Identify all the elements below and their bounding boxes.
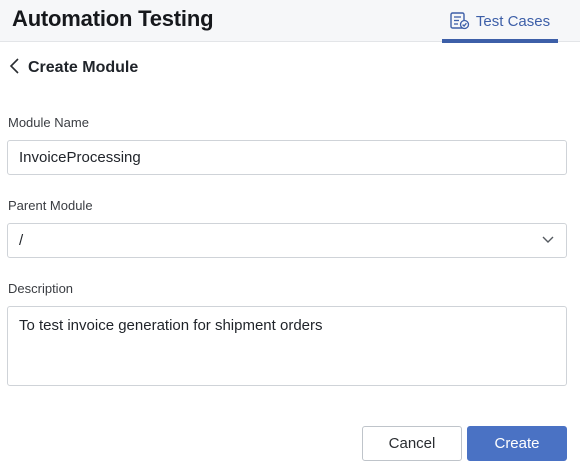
- module-name-input[interactable]: InvoiceProcessing: [7, 140, 567, 175]
- parent-module-label: Parent Module: [8, 198, 93, 213]
- tab-test-cases[interactable]: Test Cases: [442, 0, 558, 43]
- module-name-label: Module Name: [8, 115, 89, 130]
- chevron-down-icon: [541, 232, 555, 249]
- description-textarea[interactable]: To test invoice generation for shipment …: [7, 306, 567, 386]
- chevron-left-icon: [8, 57, 22, 80]
- tab-test-cases-label: Test Cases: [475, 12, 551, 30]
- app-title: Automation Testing: [12, 6, 214, 31]
- back-button[interactable]: Create Module: [8, 57, 138, 79]
- page-title: Create Module: [28, 59, 139, 76]
- description-label: Description: [8, 281, 74, 296]
- cancel-button[interactable]: Cancel: [362, 426, 462, 461]
- parent-module-value: /: [19, 232, 24, 249]
- module-name-value: InvoiceProcessing: [19, 149, 141, 166]
- test-cases-icon: [450, 12, 470, 30]
- create-button[interactable]: Create: [467, 426, 567, 461]
- description-value: To test invoice generation for shipment …: [19, 317, 323, 334]
- top-bar: Automation Testing Test Cases: [0, 0, 580, 43]
- parent-module-select[interactable]: /: [7, 223, 567, 258]
